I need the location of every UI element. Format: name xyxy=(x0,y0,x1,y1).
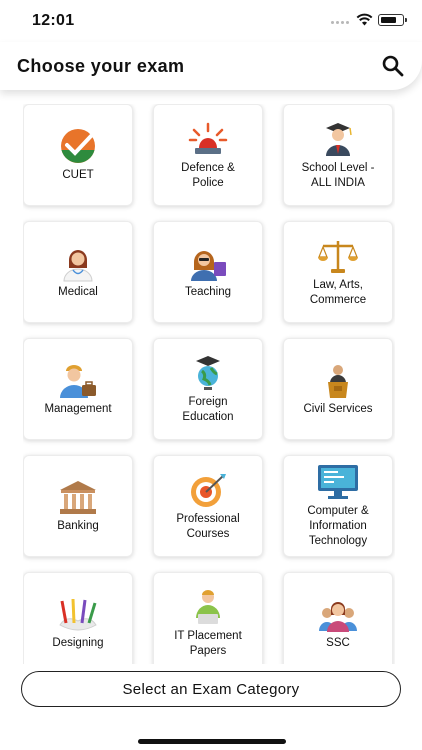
category-card-management[interactable]: Management xyxy=(23,338,133,440)
category-label: Computer & Information Technology xyxy=(307,505,369,547)
category-card-designing[interactable]: Designing xyxy=(23,572,133,664)
globe-cap-icon xyxy=(196,355,220,390)
teacher-icon xyxy=(191,251,226,281)
search-icon[interactable] xyxy=(381,54,405,78)
cuet-logo-icon xyxy=(61,129,95,163)
app-header: Choose your exam xyxy=(0,42,422,90)
target-icon xyxy=(191,473,226,507)
battery-icon xyxy=(378,14,407,26)
category-label: Medical xyxy=(58,286,98,298)
category-label: CUET xyxy=(62,169,94,181)
category-label: Foreign Education xyxy=(182,395,234,423)
category-label: Management xyxy=(44,403,112,415)
wifi-icon xyxy=(356,13,373,26)
category-label: SSC xyxy=(326,637,350,649)
category-label: School Level - ALL INDIA xyxy=(301,161,375,189)
category-label: Professional Courses xyxy=(176,512,240,540)
scales-icon xyxy=(318,240,358,273)
select-exam-category-button[interactable]: Select an Exam Category xyxy=(21,671,401,707)
category-label: Defence & Police xyxy=(181,161,235,189)
category-card-school[interactable]: School Level - ALL INDIA xyxy=(283,104,393,206)
category-card-law[interactable]: Law, Arts, Commerce xyxy=(283,221,393,323)
category-card-cuet[interactable]: CUET xyxy=(23,104,133,206)
category-label: Civil Services xyxy=(303,403,373,415)
category-card-foreign-education[interactable]: Foreign Education xyxy=(153,338,263,440)
computer-icon xyxy=(318,465,358,499)
category-card-professional-courses[interactable]: Professional Courses xyxy=(153,455,263,557)
category-card-it-placement[interactable]: IT Placement Papers xyxy=(153,572,263,664)
podium-icon xyxy=(328,365,348,398)
category-card-banking[interactable]: Banking xyxy=(23,455,133,557)
manager-icon xyxy=(60,365,96,398)
doctor-icon xyxy=(63,250,93,282)
status-time: 12:01 xyxy=(32,12,75,29)
category-label: IT Placement Papers xyxy=(174,629,242,657)
siren-icon xyxy=(188,122,228,154)
it-professional-icon xyxy=(196,589,220,624)
page-title: Choose your exam xyxy=(17,56,185,76)
category-card-defence[interactable]: Defence & Police xyxy=(153,104,263,206)
status-bar: 12:01 xyxy=(0,0,422,42)
home-indicator[interactable] xyxy=(138,739,286,744)
paint-brushes-icon xyxy=(59,598,97,631)
category-card-computer-it[interactable]: Computer & Information Technology xyxy=(283,455,393,557)
category-card-ssc[interactable]: SSC xyxy=(283,572,393,664)
group-icon xyxy=(319,602,357,632)
bank-icon xyxy=(60,481,96,514)
category-card-medical[interactable]: Medical xyxy=(23,221,133,323)
signal-icon xyxy=(331,21,349,24)
category-card-civil-services[interactable]: Civil Services xyxy=(283,338,393,440)
exam-category-grid: CUET Defence & Police School Level - ALL… xyxy=(23,104,395,664)
category-label: Law, Arts, Commerce xyxy=(309,278,367,306)
category-label: Teaching xyxy=(184,286,232,298)
graduate-icon xyxy=(326,122,352,156)
category-card-teaching[interactable]: Teaching xyxy=(153,221,263,323)
category-label: Designing xyxy=(52,637,104,649)
category-label: Banking xyxy=(57,520,99,532)
